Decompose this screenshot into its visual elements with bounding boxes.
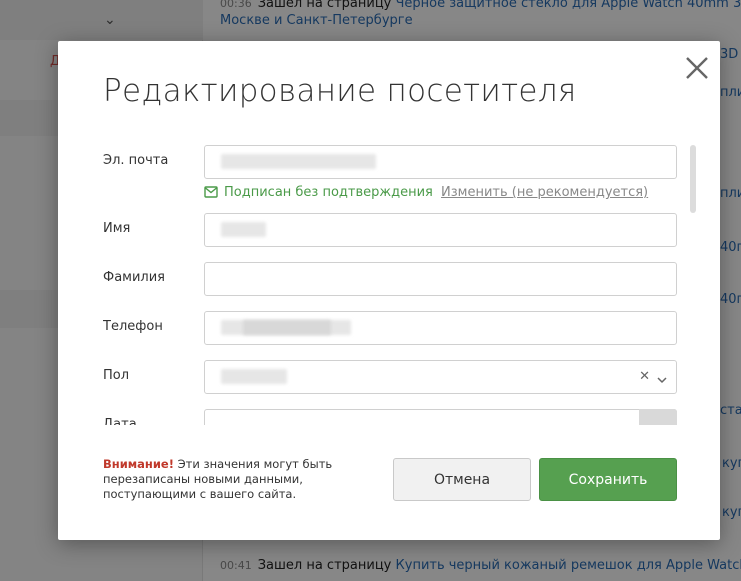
subscription-status-text: Подписан без подтверждения — [224, 185, 433, 200]
last-name-field[interactable] — [204, 262, 677, 296]
warning-strong: Внимание! — [103, 457, 174, 471]
last-name-label: Фамилия — [103, 270, 165, 285]
edit-visitor-dialog: Редактирование посетителя Эл. почта Подп… — [58, 41, 720, 540]
birth-date-label: Дата — [103, 417, 137, 425]
form-scrollbar[interactable] — [690, 145, 696, 213]
phone-row: Телефон — [103, 311, 689, 345]
chevron-down-icon[interactable] — [656, 370, 668, 389]
subscription-status: Подписан без подтверждения Изменить (не … — [204, 185, 648, 202]
dialog-title: Редактирование посетителя — [103, 73, 577, 109]
first-name-row: Имя — [103, 213, 689, 247]
redacted-value — [221, 222, 266, 237]
email-label: Эл. почта — [103, 153, 169, 168]
redacted-value — [221, 154, 376, 169]
phone-field[interactable] — [204, 311, 677, 345]
first-name-field[interactable] — [204, 213, 677, 247]
email-field[interactable] — [204, 145, 677, 179]
first-name-label: Имя — [103, 221, 131, 236]
close-icon[interactable] — [684, 55, 710, 81]
envelope-icon — [204, 186, 218, 202]
cancel-button[interactable]: Отмена — [393, 458, 531, 501]
birth-date-field[interactable] — [204, 409, 677, 425]
last-name-row: Фамилия — [103, 262, 689, 296]
birth-date-row: Дата — [103, 409, 689, 425]
visitor-form: Эл. почта Подписан без подтверждения Изм… — [103, 145, 689, 425]
calendar-icon[interactable] — [639, 409, 677, 425]
clear-icon[interactable]: ✕ — [639, 369, 650, 384]
gender-select[interactable]: ✕ — [204, 360, 677, 394]
change-subscription-link[interactable]: Изменить (не рекомендуется) — [441, 185, 648, 200]
save-button[interactable]: Сохранить — [539, 458, 677, 501]
gender-label: Пол — [103, 368, 130, 383]
gender-row: Пол ✕ — [103, 360, 689, 394]
email-row: Эл. почта — [103, 145, 689, 179]
phone-label: Телефон — [103, 319, 163, 334]
redacted-value — [221, 369, 287, 384]
overwrite-warning: Внимание! Эти значения могут быть переза… — [103, 457, 353, 502]
